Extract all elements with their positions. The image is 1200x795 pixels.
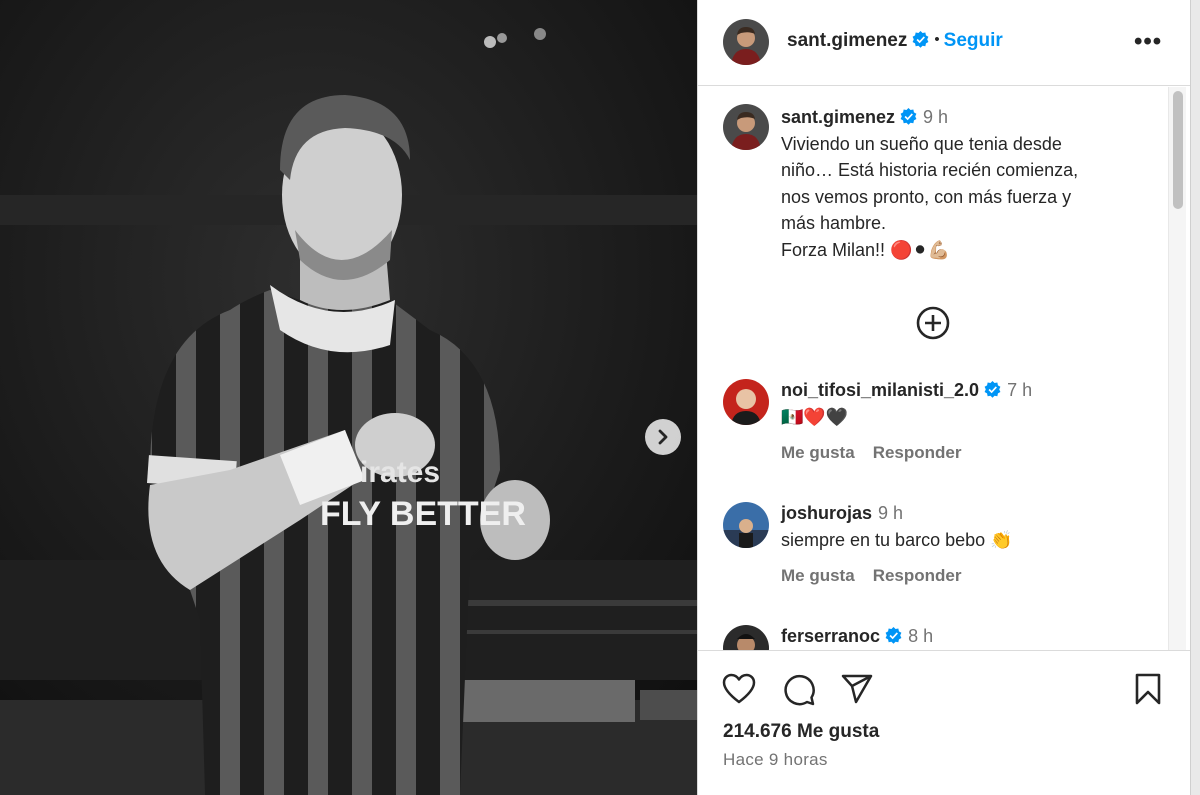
verified-icon [885, 627, 902, 644]
verified-icon [900, 108, 917, 125]
commenter-avatar[interactable] [723, 625, 769, 650]
verified-icon [912, 31, 929, 48]
caption-row: sant.gimenez 9 h Viviendo un sueño que te… [698, 104, 1168, 294]
share-icon[interactable] [840, 673, 874, 705]
author-avatar[interactable] [723, 19, 769, 65]
window-edge [1190, 0, 1200, 795]
comment-username[interactable]: noi_tifosi_milanisti_2.0 [781, 380, 979, 400]
heart-icon[interactable] [722, 673, 756, 705]
post-header: sant.gimenez • Seguir ••• [698, 0, 1191, 86]
caption-text: sant.gimenez 9 h Viviendo un sueño que te… [781, 104, 1148, 263]
caption-author-avatar[interactable] [723, 104, 769, 150]
more-options-button[interactable]: ••• [1134, 28, 1162, 56]
comment-time[interactable]: 8 h [908, 626, 933, 646]
comment-username[interactable]: ferserranoc [781, 626, 880, 646]
comment-like-button[interactable]: Me gusta [781, 566, 855, 585]
chevron-right-icon [658, 429, 668, 445]
verified-icon [984, 381, 1001, 398]
comment-reply-button[interactable]: Responder [873, 566, 962, 585]
caption-time[interactable]: 9 h [923, 107, 948, 127]
comment-item: joshurojas 9 h siempre en tu barco bebo 👏… [698, 500, 1168, 600]
bookmark-icon[interactable] [1134, 673, 1162, 705]
post-timestamp[interactable]: Hace 9 horas [723, 750, 828, 770]
caption-line: Forza Milan!! 🔴⚫💪🏼 [781, 239, 950, 260]
comment-reply-button[interactable]: Responder [873, 443, 962, 462]
svg-text:irates: irates [360, 456, 440, 489]
next-photo-button[interactable] [645, 419, 681, 455]
comment-item: ferserranoc 8 h [698, 623, 1168, 650]
caption-line: nos vemos pronto, con más fuerza y [781, 186, 1072, 207]
comment-item: noi_tifosi_milanisti_2.0 7 h 🇲🇽❤️🖤 Me gus… [698, 377, 1168, 477]
player-photo: FLY BETTER irates [0, 0, 697, 795]
comment-time[interactable]: 9 h [878, 503, 903, 523]
caption-line: más hambre. [781, 213, 887, 233]
post-photo[interactable]: FLY BETTER irates [0, 0, 697, 795]
comment-text: siempre en tu barco bebo 👏 [781, 529, 1013, 550]
comment-like-button[interactable]: Me gusta [781, 443, 855, 462]
comment-icon[interactable] [782, 673, 816, 707]
caption-line: Viviendo un sueño que tenia desde [781, 133, 1062, 154]
svg-text:FLY BETTER: FLY BETTER [320, 495, 526, 533]
comment-body: ferserranoc 8 h [781, 623, 1148, 650]
likes-count[interactable]: 214.676 Me gusta [723, 721, 879, 743]
plus-circle-icon[interactable] [915, 305, 951, 341]
comment-body: noi_tifosi_milanisti_2.0 7 h 🇲🇽❤️🖤 Me gus… [781, 377, 1148, 467]
commenter-avatar[interactable] [723, 379, 769, 425]
comment-username[interactable]: joshurojas [781, 503, 872, 523]
caption-username[interactable]: sant.gimenez [781, 107, 895, 127]
comments-scrollbar[interactable] [1168, 87, 1186, 650]
commenter-avatar[interactable] [723, 502, 769, 548]
comment-body: joshurojas 9 h siempre en tu barco bebo 👏… [781, 500, 1148, 590]
comments-scroll-area[interactable]: sant.gimenez 9 h Viviendo un sueño que te… [698, 87, 1191, 650]
follow-button[interactable]: Seguir [944, 30, 1003, 51]
comment-text: 🇲🇽❤️🖤 [781, 406, 849, 427]
separator-dot: • [934, 31, 940, 48]
scrollbar-thumb[interactable] [1173, 91, 1183, 209]
caption-line: niño… Está historia recién comienza, [781, 160, 1079, 180]
author-username[interactable]: sant.gimenez [787, 30, 907, 51]
comment-time[interactable]: 7 h [1007, 380, 1032, 400]
post-sidebar: sant.gimenez • Seguir ••• sant.gimenez 9 h … [697, 0, 1200, 795]
